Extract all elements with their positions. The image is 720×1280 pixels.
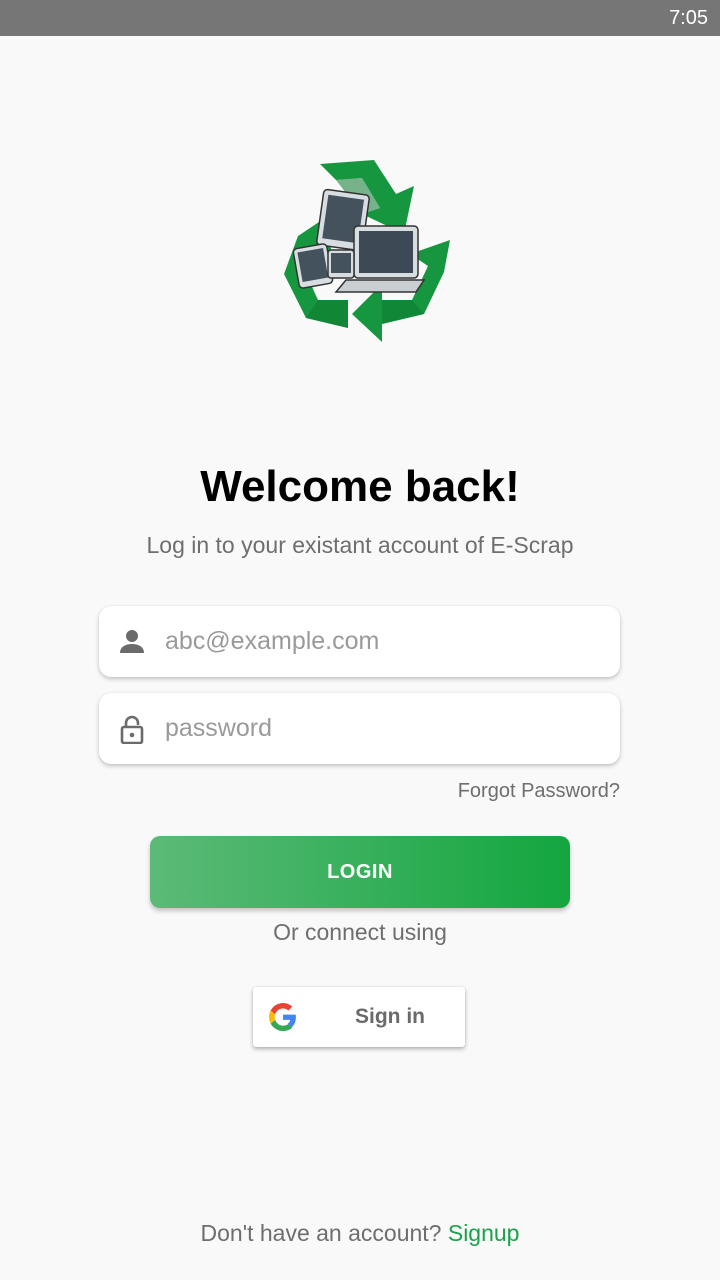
e-scrap-logo <box>284 160 450 342</box>
status-time: 7:05 <box>669 7 708 29</box>
page-title: Welcome back! <box>200 462 520 511</box>
email-input[interactable] <box>165 606 605 677</box>
signup-prompt-text: Don't have an account? <box>200 1220 442 1246</box>
signup-link[interactable]: Signup <box>448 1220 520 1246</box>
page-subtitle: Log in to your existant account of E-Scr… <box>146 532 574 558</box>
forgot-password-link[interactable]: Forgot Password? <box>458 780 620 803</box>
person-icon <box>120 630 144 653</box>
signup-prompt: Don't have an account? Signup <box>0 1220 720 1247</box>
login-button[interactable]: LOGIN <box>150 836 570 908</box>
email-field[interactable] <box>99 606 620 677</box>
or-connect-label: Or connect using <box>273 919 447 945</box>
status-bar: 7:05 <box>0 0 720 36</box>
google-sign-in-label: Sign in <box>355 1005 425 1028</box>
google-sign-in-button[interactable]: Sign in <box>253 987 465 1047</box>
password-input[interactable] <box>165 693 605 764</box>
lock-icon <box>120 715 144 744</box>
google-g-icon <box>269 1003 296 1031</box>
password-field[interactable] <box>99 693 620 764</box>
